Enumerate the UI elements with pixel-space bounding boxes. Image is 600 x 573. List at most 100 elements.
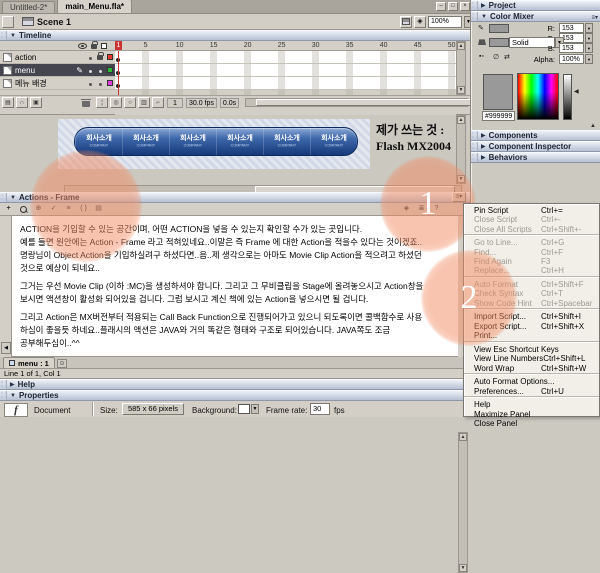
document-tab[interactable]: main_Menu.fla*: [57, 0, 132, 13]
slider-arrow-icon[interactable]: ◀: [574, 88, 579, 95]
layer-visibility-toggle[interactable]: [85, 53, 95, 62]
delete-layer-button[interactable]: [82, 99, 90, 107]
frame-row[interactable]: [115, 51, 456, 64]
edit-multiple-frames-button[interactable]: ▥: [138, 97, 150, 108]
layer-visibility-toggle[interactable]: [85, 79, 95, 88]
panel-gripper[interactable]: [0, 31, 7, 40]
actions-toolbox-collapsed[interactable]: ◀: [0, 216, 12, 357]
stroke-pencil-icon[interactable]: ✎: [478, 24, 484, 32]
background-color-swatch[interactable]: [238, 404, 250, 414]
b-input[interactable]: 153: [559, 43, 584, 53]
document-tab[interactable]: Untitled-2*: [2, 1, 55, 13]
lock-column-icon[interactable]: [91, 44, 97, 49]
script-tab[interactable]: menu : 1: [3, 357, 55, 368]
view-options-button[interactable]: ≣: [415, 204, 428, 215]
insert-layer-button[interactable]: ▤: [2, 97, 14, 108]
layer-outline-swatch[interactable]: [105, 79, 115, 88]
auto-format-button[interactable]: ≡: [62, 204, 75, 215]
menu-item[interactable]: Go to Line... Ctrl+G: [464, 238, 599, 247]
nav-button[interactable]: 회사소개 COMPANY: [122, 128, 169, 155]
menu-item[interactable]: Preferences... Ctrl+U: [464, 386, 599, 397]
layer-outline-swatch[interactable]: [105, 66, 115, 75]
layer-lock-toggle[interactable]: [95, 66, 105, 75]
layer-outline-swatch[interactable]: [105, 53, 115, 62]
default-colors-icon[interactable]: ▪▫: [479, 53, 484, 60]
timeline-vertical-scrollbar[interactable]: ▲ ▼: [456, 41, 466, 95]
panel-options-icon[interactable]: ≡▾: [591, 14, 598, 21]
framerate-input[interactable]: 30: [310, 403, 330, 415]
menu-item[interactable]: Close Script Ctrl+-: [464, 215, 599, 224]
check-syntax-button[interactable]: ✓: [47, 204, 60, 215]
frame-row[interactable]: [115, 64, 456, 77]
edit-symbols-button[interactable]: ◈: [414, 16, 426, 28]
scroll-up-icon[interactable]: ▲: [457, 42, 465, 50]
alpha-input[interactable]: 100%: [559, 54, 584, 64]
panel-gripper[interactable]: [0, 391, 7, 400]
reference-button[interactable]: ▤: [92, 204, 105, 215]
hex-color-input[interactable]: #999999: [482, 111, 515, 121]
insert-layer-folder-button[interactable]: ▣: [30, 97, 42, 108]
mixer-collapse-icon[interactable]: ▲: [590, 123, 596, 129]
script-vertical-scrollbar[interactable]: ▲ ▼: [458, 432, 468, 573]
color-picker-gradient[interactable]: [517, 73, 559, 120]
fill-color-swatch[interactable]: [489, 38, 509, 47]
zoom-select[interactable]: 100%: [428, 16, 462, 28]
edit-scene-button[interactable]: [400, 16, 412, 28]
r-spinner-icon[interactable]: ▼: [585, 23, 593, 33]
size-button[interactable]: 585 x 66 pixels: [122, 403, 184, 415]
menu-item[interactable]: Import Script... Ctrl+Shift+I: [464, 312, 599, 321]
menu-item[interactable]: Help: [464, 400, 599, 409]
menu-item[interactable]: Close All Scripts Ctrl+Shift+-: [464, 224, 599, 235]
nav-button[interactable]: 회사소개 COMPANY: [216, 128, 263, 155]
menu-item[interactable]: Auto Format Ctrl+Shift+F: [464, 280, 599, 289]
layer-visibility-toggle[interactable]: [85, 66, 95, 75]
swap-colors-icon[interactable]: ⇄: [504, 53, 510, 61]
menu-item[interactable]: Export Script... Ctrl+Shift+X: [464, 322, 599, 331]
scroll-down-icon[interactable]: ▼: [457, 175, 465, 183]
menu-item[interactable]: Maximize Panel: [464, 409, 599, 418]
menu-item[interactable]: Find Again F3: [464, 257, 599, 266]
brightness-slider[interactable]: [563, 74, 572, 120]
debug-options-button[interactable]: ◈: [400, 204, 413, 215]
panel-gripper[interactable]: [471, 1, 478, 10]
add-statement-button[interactable]: +: [2, 204, 15, 215]
scroll-up-icon[interactable]: ▲: [459, 433, 467, 441]
nav-button[interactable]: 회사소개 COMPANY: [75, 128, 122, 155]
onion-outlines-button[interactable]: ○: [124, 97, 136, 108]
script-assist-button[interactable]: ?: [430, 204, 443, 215]
window-button[interactable]: □: [448, 2, 458, 11]
toolbox-expand-arrow-icon[interactable]: ◀: [1, 342, 11, 354]
menu-item[interactable]: Replace... Ctrl+H: [464, 266, 599, 277]
scroll-down-icon[interactable]: ▼: [459, 564, 467, 572]
fill-bucket-icon[interactable]: [478, 38, 486, 45]
timeline-horizontal-scrollbar[interactable]: [245, 98, 468, 107]
actions-panel-header[interactable]: ▼ Actions - Frame: [0, 192, 470, 203]
behaviors-panel-header[interactable]: ▶ Behaviors: [471, 152, 600, 163]
outline-column-icon[interactable]: [101, 43, 107, 49]
layer-row[interactable]: action ✎: [0, 51, 115, 64]
menu-item[interactable]: Find... Ctrl+F: [464, 248, 599, 257]
menu-item[interactable]: View Esc Shortcut Keys: [464, 345, 599, 354]
frame-row[interactable]: [115, 77, 456, 90]
g-spinner-icon[interactable]: ▼: [585, 33, 593, 43]
panel-gripper[interactable]: [471, 153, 478, 162]
show-hide-eye-icon[interactable]: [78, 43, 87, 49]
panel-gripper[interactable]: [0, 193, 7, 202]
menu-item[interactable]: View Line Numbers Ctrl+Shift+L: [464, 354, 599, 363]
actions-panel-menu-button[interactable]: ≡▾: [452, 192, 466, 202]
insert-target-path-button[interactable]: ⊕: [32, 204, 45, 215]
modify-markers-button[interactable]: ⌐: [152, 97, 164, 108]
find-button[interactable]: [17, 204, 30, 215]
menu-item[interactable]: Pin Script Ctrl+=: [464, 206, 599, 215]
nav-button[interactable]: 회사소개 COMPANY: [169, 128, 216, 155]
scroll-down-icon[interactable]: ▼: [457, 86, 465, 94]
properties-panel-header[interactable]: ▼ Properties: [0, 390, 470, 401]
menu-item[interactable]: Check Syntax Ctrl+T: [464, 289, 599, 298]
r-input[interactable]: 153: [559, 23, 584, 33]
menu-item[interactable]: Close Panel: [464, 419, 599, 428]
swatch-dropdown-arrow-icon[interactable]: ▼: [251, 404, 259, 414]
script-pane[interactable]: ACTION을 기입할 수 있는 공간이며, 어떤 ACTION을 넣을 수 있…: [12, 216, 458, 357]
stroke-color-swatch[interactable]: [489, 24, 509, 33]
panel-gripper[interactable]: [0, 380, 7, 389]
stage-menu-background[interactable]: 회사소개 COMPANY 회사소개 COMPANY 회사소개 COMPANY 회…: [58, 119, 370, 169]
